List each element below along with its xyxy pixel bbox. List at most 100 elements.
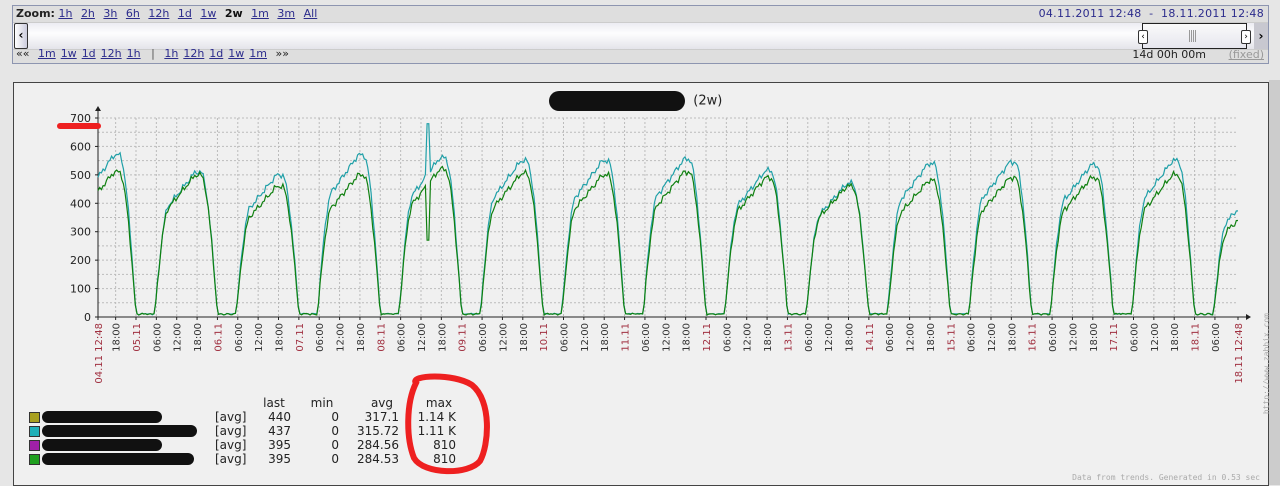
x-hour-label: 12:00 [824,323,835,352]
redacted-item-name [42,439,162,451]
zoom-option-1m[interactable]: 1m [251,7,269,20]
x-hour-label: 06:00 [315,323,326,352]
nav-forward-1d[interactable]: 1d [209,47,223,60]
x-hour-label: 12:00 [661,323,672,352]
x-hour-label: 18:00 [112,323,123,352]
x-hour-label: 12:00 [498,323,509,352]
nav-back-icon: « [22,47,30,60]
zoom-control-panel: Zoom: 1h 2h 3h 6h 12h 1d 1w 2w 1m 3m All… [12,5,1269,64]
scroll-left-button[interactable]: ‹ [14,23,28,49]
legend-min: 0 [331,438,339,452]
x-axis-arrow-icon [1246,314,1251,320]
nav-back-1d[interactable]: 1d [82,47,96,60]
x-hour-label: 12:00 [1150,323,1161,352]
zoom-option-1w[interactable]: 1w [200,7,216,20]
nav-separator: | [151,47,155,60]
zoom-option-2h[interactable]: 2h [81,7,95,20]
redacted-item-name [42,411,162,423]
x-hour-label: 18:00 [193,323,204,352]
y-tick-label: 700 [70,112,91,125]
x-day-label: 10.11 [539,323,550,352]
x-day-label: 14.11 [865,323,876,352]
y-tick-label: 400 [70,197,91,210]
x-day-label: 12.11 [702,323,713,352]
legend-avg: 284.53 [357,452,399,466]
x-day-label: 15.11 [946,323,957,352]
y-tick-label: 200 [70,254,91,267]
legend-color-swatch [29,440,40,451]
x-day-label: 07.11 [295,323,306,352]
page-scrollbar[interactable] [1269,80,1280,485]
x-hour-label: 18:00 [926,323,937,352]
x-hour-label: 18:00 [845,323,856,352]
zoom-option-6h[interactable]: 6h [126,7,140,20]
nav-back-12h[interactable]: 12h [101,47,122,60]
x-hour-label: 18:00 [682,323,693,352]
navigation-row: «« 1m 1w 1d 12h 1h | 1h 12h 1d 1w 1m »» [16,47,289,60]
y-tick-label: 100 [70,283,91,296]
x-day-label: 08.11 [376,323,387,352]
resize-left-handle[interactable]: ‹ [1138,30,1148,44]
x-hour-label: 06:00 [560,323,571,352]
nav-forward-12h[interactable]: 12h [183,47,204,60]
zoom-option-3h[interactable]: 3h [103,7,117,20]
legend-header-min: min [310,396,334,410]
graph-footer: Data from trends. Generated in 0.53 sec [1072,473,1260,482]
timeline-slider-thumb[interactable]: ‹ › [1138,23,1251,49]
graph-panel: (2w) 0 100 200 300 400 500 600 700 04.11 12:48 18… [13,82,1271,486]
x-hour-label: 06:00 [478,323,489,352]
x-hour-label: 06:00 [234,323,245,352]
legend-header-last: last [263,396,285,410]
nav-back-1h[interactable]: 1h [127,47,141,60]
resize-right-handle[interactable]: › [1241,30,1251,44]
x-hour-label: 18:00 [1089,323,1100,352]
x-hour-label: 06:00 [641,323,652,352]
x-day-label: 16.11 [1028,323,1039,352]
period-separator: - [1149,7,1154,20]
legend-color-swatch [29,454,40,465]
fixed-toggle-link[interactable]: (fixed) [1229,48,1264,61]
x-hour-label: 12:00 [336,323,347,352]
x-hour-label: 12:00 [417,323,428,352]
x-hour-label: 12:00 [987,323,998,352]
period-to: 18.11.2011 12:48 [1161,7,1264,20]
nav-forward-1m[interactable]: 1m [249,47,267,60]
x-hour-label: 12:00 [906,323,917,352]
zoom-option-1d[interactable]: 1d [178,7,192,20]
scroll-right-button[interactable]: › [1254,23,1268,49]
x-day-label: 18.11 12:48 [1234,323,1245,384]
x-hour-label: 18:00 [1007,323,1018,352]
legend-avg: 315.72 [357,424,399,438]
x-day-label: 05.11 [132,323,143,352]
y-tick-label: 0 [84,311,91,324]
legend-header-avg: avg [370,396,394,410]
nav-forward-1h[interactable]: 1h [164,47,178,60]
zoom-option-1h[interactable]: 1h [58,7,72,20]
zoom-label: Zoom: [16,7,55,20]
x-hour-label: 18:00 [437,323,448,352]
zoom-row: Zoom: 1h 2h 3h 6h 12h 1d 1w 2w 1m 3m All [16,7,322,20]
zoom-option-12h[interactable]: 12h [148,7,169,20]
x-day-label: 06.11 [213,323,224,352]
legend-avg: 284.56 [357,438,399,452]
legend-color-swatch [29,412,40,423]
y-tick-label: 500 [70,169,91,182]
x-day-label: 17.11 [1109,323,1120,352]
timeline-scrollbar[interactable]: ‹ ‹ › › [13,22,1268,50]
zoom-option-3m[interactable]: 3m [277,7,295,20]
legend-avg: 317.1 [364,410,399,424]
x-hour-label: 18:00 [356,323,367,352]
x-hour-label: 18:00 [600,323,611,352]
x-hour-label: 06:00 [1211,323,1222,352]
legend-min: 0 [331,424,339,438]
y-tick-label: 600 [70,140,91,153]
nav-forward-icon: » [282,47,289,60]
zoom-option-All[interactable]: All [304,7,318,20]
nav-back-1w[interactable]: 1w [61,47,77,60]
line-chart: 0 100 200 300 400 500 600 700 04.11 12:48 18:00 05… [70,106,1251,384]
legend-color-swatch [29,426,40,437]
x-hour-label: 06:00 [967,323,978,352]
nav-forward-1w[interactable]: 1w [228,47,244,60]
x-hour-label: 12:00 [1068,323,1079,352]
nav-back-1m[interactable]: 1m [38,47,56,60]
